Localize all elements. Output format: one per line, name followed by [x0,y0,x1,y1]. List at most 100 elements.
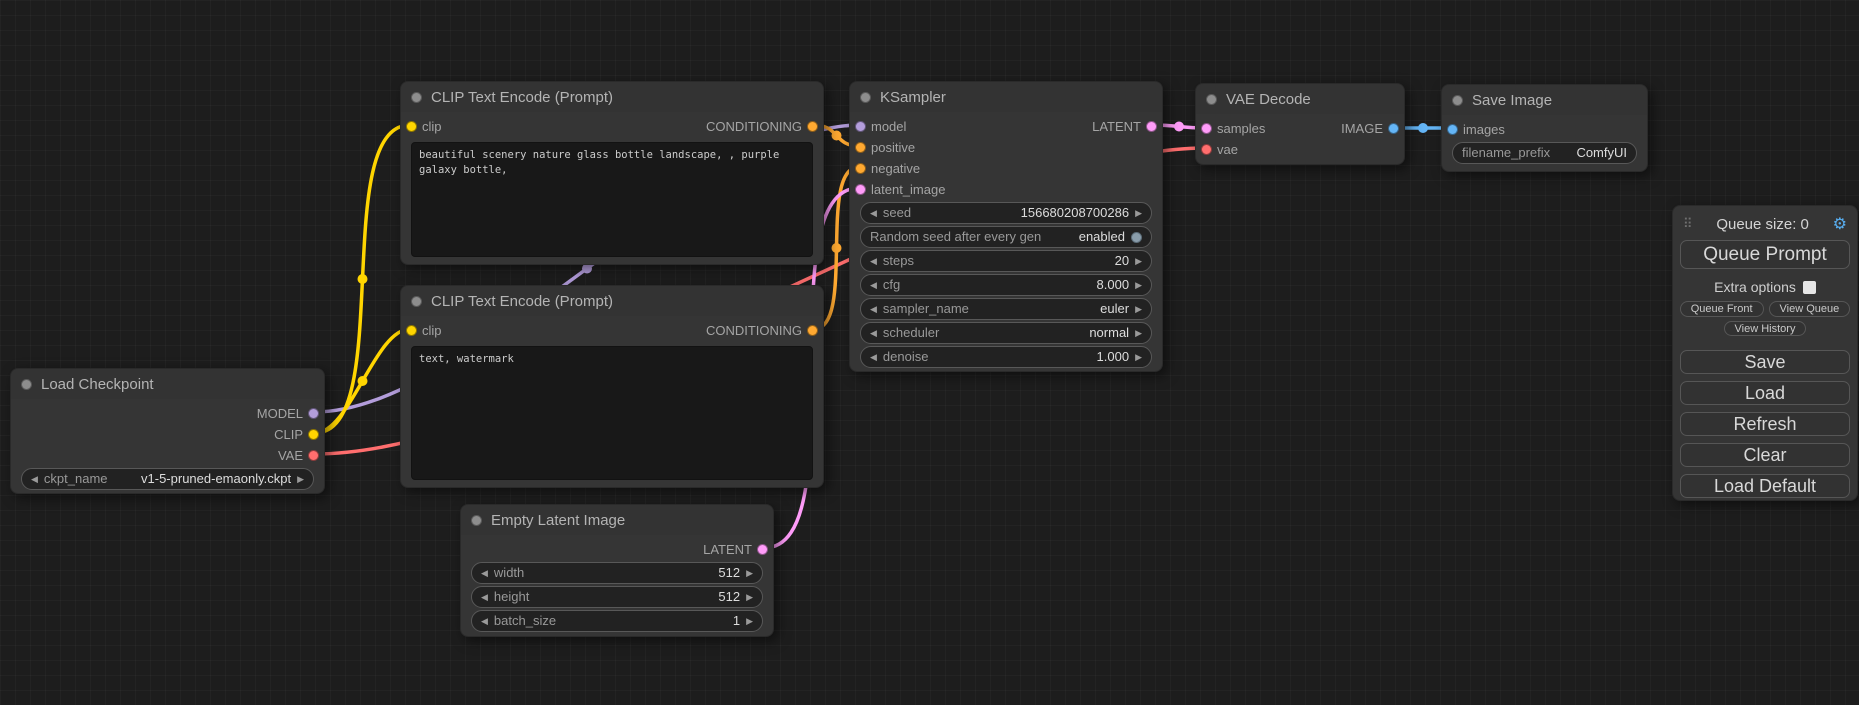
save-button[interactable]: Save [1680,350,1850,374]
clip-input-slot[interactable] [406,325,417,336]
refresh-button[interactable]: Refresh [1680,412,1850,436]
load-button[interactable]: Load [1680,381,1850,405]
clip-output-slot[interactable] [308,429,319,440]
increment-arrow-icon[interactable]: ▶ [1135,275,1142,295]
view-history-button[interactable]: View History [1724,321,1807,336]
width-widget[interactable]: ◀ width 512 ▶ [471,562,763,584]
clip-input-slot[interactable] [406,121,417,132]
drag-handle-icon[interactable]: ⠿ [1683,216,1693,232]
latent-output-slot[interactable] [1146,121,1157,132]
slot-row: LATENT [461,539,773,560]
decrement-arrow-icon[interactable]: ◀ [870,275,877,295]
image-output-slot[interactable] [1388,123,1399,134]
increment-arrow-icon[interactable]: ▶ [297,469,304,489]
clear-button[interactable]: Clear [1680,443,1850,467]
collapse-dot-icon[interactable] [411,296,422,307]
load-default-button[interactable]: Load Default [1680,474,1850,498]
conditioning-output-slot[interactable] [807,325,818,336]
vae-output-label: VAE [278,445,303,466]
node-load-checkpoint[interactable]: Load Checkpoint MODEL CLIP VAE ◀ ckpt_na… [10,368,325,494]
model-output-slot[interactable] [308,408,319,419]
decrement-arrow-icon[interactable]: ◀ [870,347,877,367]
widget-label: Random seed after every gen [870,227,1073,247]
steps-widget[interactable]: ◀ steps 20 ▶ [860,250,1152,272]
node-save-image[interactable]: Save Image images filename_prefix ComfyU… [1441,84,1648,172]
node-title: CLIP Text Encode (Prompt) [431,89,613,106]
link-dot-positive-conditioning [832,131,842,141]
decrement-arrow-icon[interactable]: ◀ [870,323,877,343]
collapse-dot-icon[interactable] [1206,94,1217,105]
positive-input-slot[interactable] [855,142,866,153]
queue-buttons-row: Queue Front View Queue [1673,301,1857,317]
scheduler-widget[interactable]: ◀ scheduler normal ▶ [860,322,1152,344]
node-clip-text-encode-positive[interactable]: CLIP Text Encode (Prompt) clip CONDITION… [400,81,824,265]
collapse-dot-icon[interactable] [860,92,871,103]
widget-value: euler [1100,299,1129,319]
node-title-bar[interactable]: KSampler [850,82,1162,112]
increment-arrow-icon[interactable]: ▶ [746,563,753,583]
node-title-bar[interactable]: Load Checkpoint [11,369,324,399]
model-input-slot[interactable] [855,121,866,132]
images-input-slot[interactable] [1447,124,1458,135]
extra-options-label: Extra options [1714,279,1796,295]
ckpt-name-widget[interactable]: ◀ ckpt_name v1-5-pruned-emaonly.ckpt ▶ [21,468,314,490]
increment-arrow-icon[interactable]: ▶ [1135,323,1142,343]
decrement-arrow-icon[interactable]: ◀ [31,469,38,489]
cfg-widget[interactable]: ◀ cfg 8.000 ▶ [860,274,1152,296]
queue-prompt-button[interactable]: Queue Prompt [1680,240,1850,269]
conditioning-output-slot[interactable] [807,121,818,132]
decrement-arrow-icon[interactable]: ◀ [870,251,877,271]
node-ksampler[interactable]: KSampler model LATENT positive negative … [849,81,1163,372]
latent-output-slot[interactable] [757,544,768,555]
decrement-arrow-icon[interactable]: ◀ [481,563,488,583]
queue-front-button[interactable]: Queue Front [1680,301,1764,317]
height-widget[interactable]: ◀ height 512 ▶ [471,586,763,608]
widget-label: width [494,563,712,583]
node-title-bar[interactable]: VAE Decode [1196,84,1404,114]
sampler-name-widget[interactable]: ◀ sampler_name euler ▶ [860,298,1152,320]
node-title-bar[interactable]: Empty Latent Image [461,505,773,535]
decrement-arrow-icon[interactable]: ◀ [870,203,877,223]
image-output-label: IMAGE [1341,118,1383,139]
node-vae-decode[interactable]: VAE Decode samples IMAGE vae [1195,83,1405,165]
slot-row: MODEL [11,403,324,424]
link-dot-clip-to-positive [358,274,368,284]
node-title-bar[interactable]: CLIP Text Encode (Prompt) [401,82,823,112]
batch-size-widget[interactable]: ◀ batch_size 1 ▶ [471,610,763,632]
positive-prompt-textarea[interactable]: beautiful scenery nature glass bottle la… [411,142,813,257]
increment-arrow-icon[interactable]: ▶ [1135,251,1142,271]
collapse-dot-icon[interactable] [411,92,422,103]
latent-image-input-slot[interactable] [855,184,866,195]
settings-gear-icon[interactable]: ⚙ [1833,214,1847,234]
node-clip-text-encode-negative[interactable]: CLIP Text Encode (Prompt) clip CONDITION… [400,285,824,488]
widget-value: 1.000 [1097,347,1130,367]
decrement-arrow-icon[interactable]: ◀ [870,299,877,319]
collapse-dot-icon[interactable] [471,515,482,526]
filename-prefix-widget[interactable]: filename_prefix ComfyUI [1452,142,1637,164]
random-seed-toggle[interactable]: Random seed after every gen enabled [860,226,1152,248]
extra-options-checkbox[interactable] [1803,281,1816,294]
decrement-arrow-icon[interactable]: ◀ [481,611,488,631]
vae-input-slot[interactable] [1201,144,1212,155]
node-empty-latent-image[interactable]: Empty Latent Image LATENT ◀ width 512 ▶ … [460,504,774,637]
collapse-dot-icon[interactable] [1452,95,1463,106]
increment-arrow-icon[interactable]: ▶ [746,587,753,607]
negative-prompt-textarea[interactable]: text, watermark [411,346,813,480]
increment-arrow-icon[interactable]: ▶ [746,611,753,631]
negative-input-slot[interactable] [855,163,866,174]
collapse-dot-icon[interactable] [21,379,32,390]
increment-arrow-icon[interactable]: ▶ [1135,347,1142,367]
decrement-arrow-icon[interactable]: ◀ [481,587,488,607]
node-title-bar[interactable]: CLIP Text Encode (Prompt) [401,286,823,316]
vae-output-slot[interactable] [308,450,319,461]
slot-row: clip CONDITIONING [401,320,823,341]
denoise-widget[interactable]: ◀ denoise 1.000 ▶ [860,346,1152,368]
seed-widget[interactable]: ◀ seed 156680208700286 ▶ [860,202,1152,224]
increment-arrow-icon[interactable]: ▶ [1135,203,1142,223]
node-title-bar[interactable]: Save Image [1442,85,1647,115]
view-queue-button[interactable]: View Queue [1769,301,1851,317]
increment-arrow-icon[interactable]: ▶ [1135,299,1142,319]
samples-input-slot[interactable] [1201,123,1212,134]
toggle-knob-icon[interactable] [1131,232,1142,243]
clip-input-label: clip [422,320,442,341]
